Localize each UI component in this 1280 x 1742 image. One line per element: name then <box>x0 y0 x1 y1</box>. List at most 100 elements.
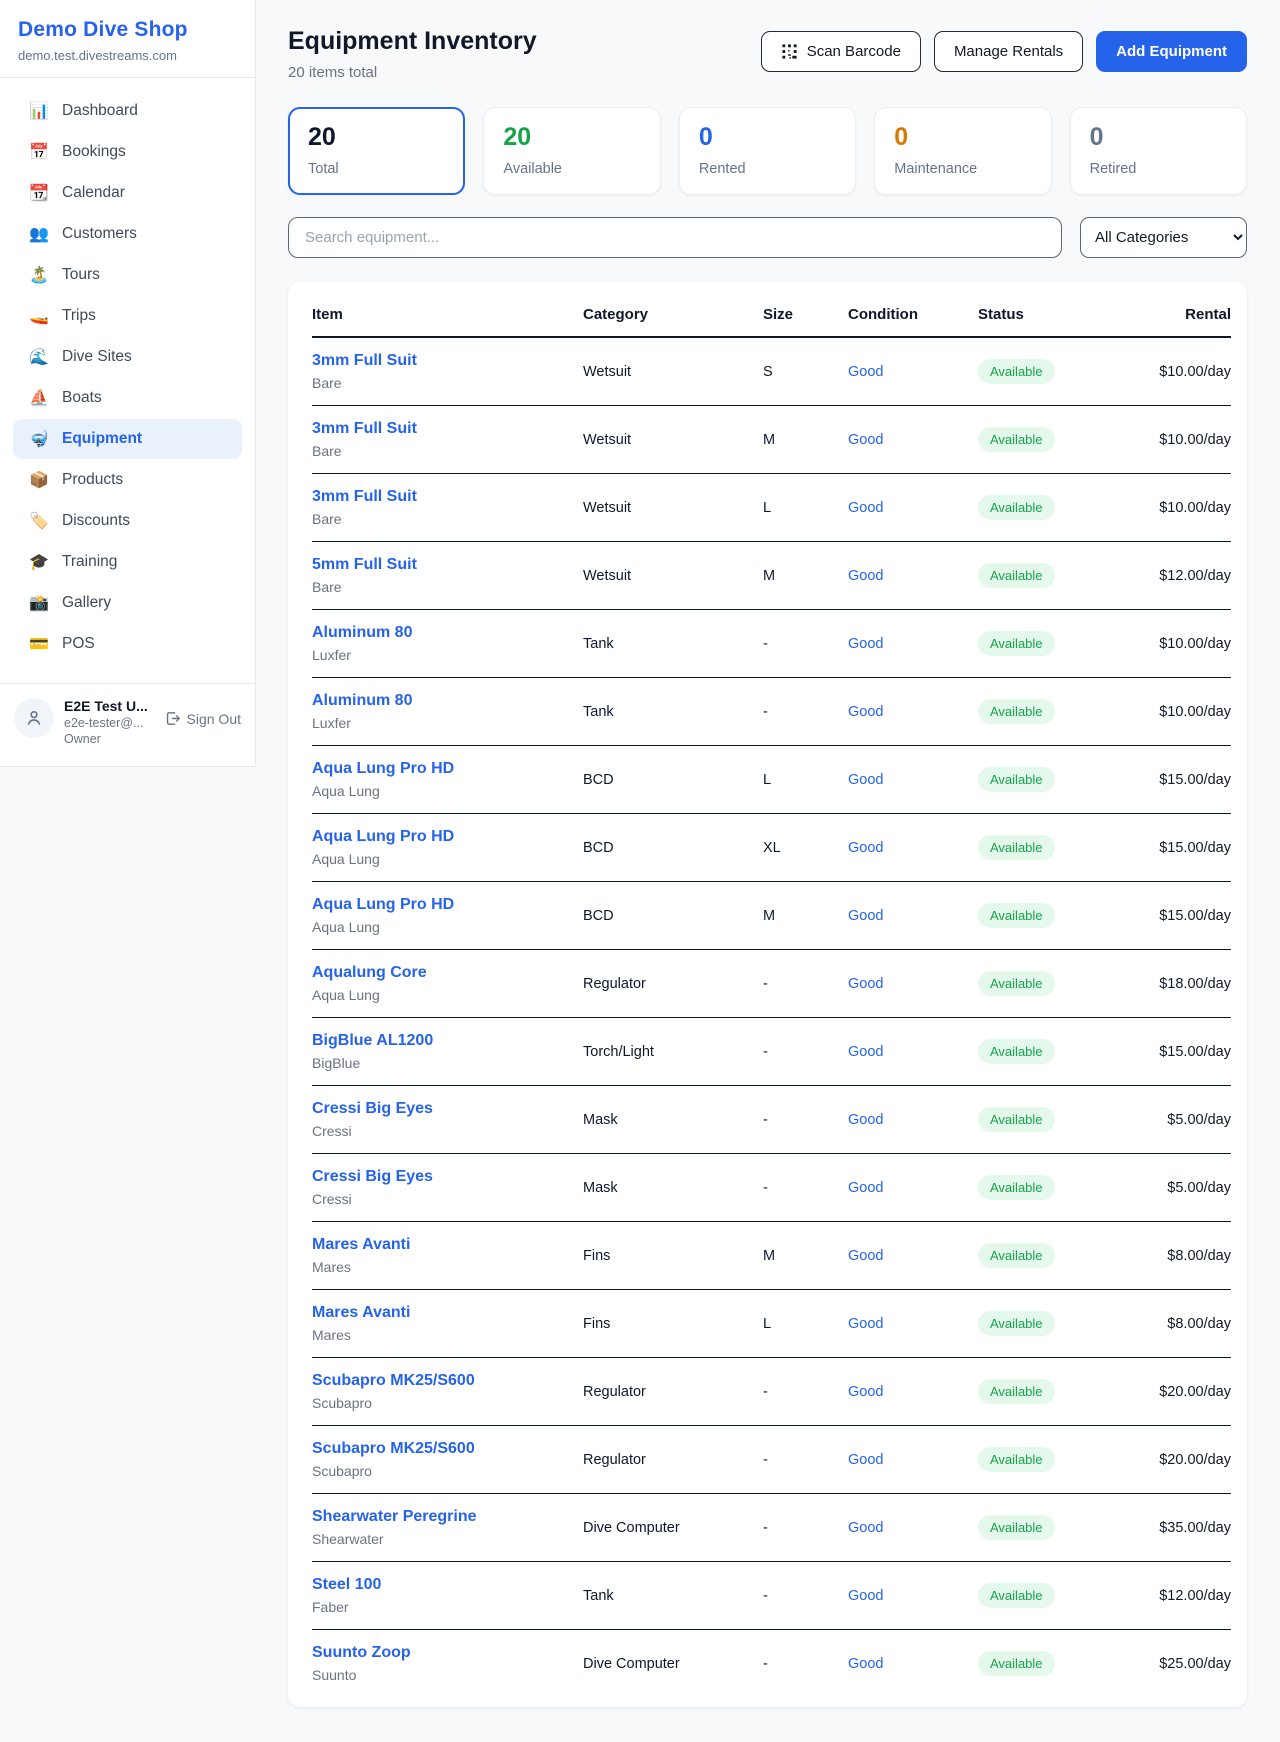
item-rental-rate: $15.00/day <box>1123 882 1231 950</box>
item-condition-link[interactable]: Good <box>848 1384 883 1400</box>
sidebar-item-calendar[interactable]: 📆 Calendar <box>13 173 242 213</box>
item-name-link[interactable]: Cressi Big Eyes <box>312 1168 583 1186</box>
equipment-row: Aluminum 80 Luxfer Tank - Good Available… <box>312 610 1231 678</box>
item-rental-rate: $15.00/day <box>1123 814 1231 882</box>
item-name-link[interactable]: 3mm Full Suit <box>312 352 583 370</box>
item-condition-link[interactable]: Good <box>848 1112 883 1128</box>
search-input[interactable] <box>288 217 1062 258</box>
table-header-row: Item Category Size Condition Status Rent… <box>312 288 1231 337</box>
sidebar-item-bookings[interactable]: 📅 Bookings <box>13 132 242 172</box>
item-condition-link[interactable]: Good <box>848 1180 883 1196</box>
item-condition-link[interactable]: Good <box>848 1316 883 1332</box>
item-condition-link[interactable]: Good <box>848 432 883 448</box>
item-name-link[interactable]: Aluminum 80 <box>312 692 583 710</box>
status-badge: Available <box>978 359 1055 384</box>
item-name-link[interactable]: Mares Avanti <box>312 1236 583 1254</box>
shop-name[interactable]: Demo Dive Shop <box>18 18 237 42</box>
item-name-link[interactable]: 3mm Full Suit <box>312 420 583 438</box>
item-category: Fins <box>583 1222 763 1290</box>
sidebar-item-customers[interactable]: 👥 Customers <box>13 214 242 254</box>
stat-label: Retired <box>1090 161 1227 177</box>
item-condition-link[interactable]: Good <box>848 1520 883 1536</box>
sidebar-item-pos[interactable]: 💳 POS <box>13 624 242 664</box>
sidebar-item-training[interactable]: 🎓 Training <box>13 542 242 582</box>
item-name-link[interactable]: Mares Avanti <box>312 1304 583 1322</box>
stat-card-rented[interactable]: 0 Rented <box>679 107 856 195</box>
item-brand: Cressi <box>312 1123 583 1139</box>
item-condition-link[interactable]: Good <box>848 364 883 380</box>
add-equipment-label: Add Equipment <box>1116 43 1227 60</box>
item-condition-link[interactable]: Good <box>848 1044 883 1060</box>
item-brand: Mares <box>312 1259 583 1275</box>
item-name-link[interactable]: Aqualung Core <box>312 964 583 982</box>
shop-domain: demo.test.divestreams.com <box>18 48 237 63</box>
sidebar-item-boats[interactable]: ⛵ Boats <box>13 378 242 418</box>
item-name-link[interactable]: Aqua Lung Pro HD <box>312 760 583 778</box>
item-name-link[interactable]: Steel 100 <box>312 1576 583 1594</box>
item-name-link[interactable]: 5mm Full Suit <box>312 556 583 574</box>
status-badge: Available <box>978 699 1055 724</box>
item-name-link[interactable]: Shearwater Peregrine <box>312 1508 583 1526</box>
item-condition-link[interactable]: Good <box>848 1588 883 1604</box>
item-name-link[interactable]: Cressi Big Eyes <box>312 1100 583 1118</box>
status-badge: Available <box>978 835 1055 860</box>
nav-item-icon: 📸 <box>29 593 49 613</box>
item-name-link[interactable]: Scubapro MK25/S600 <box>312 1440 583 1458</box>
sign-out-button[interactable]: Sign Out <box>164 710 241 727</box>
item-name-link[interactable]: BigBlue AL1200 <box>312 1032 583 1050</box>
item-name-link[interactable]: Suunto Zoop <box>312 1644 583 1662</box>
item-name-link[interactable]: 3mm Full Suit <box>312 488 583 506</box>
sidebar-item-trips[interactable]: 🚤 Trips <box>13 296 242 336</box>
item-condition-link[interactable]: Good <box>848 500 883 516</box>
item-brand: Bare <box>312 375 583 391</box>
item-name-link[interactable]: Aqua Lung Pro HD <box>312 828 583 846</box>
sidebar-item-dive-sites[interactable]: 🌊 Dive Sites <box>13 337 242 377</box>
item-brand: Aqua Lung <box>312 783 583 799</box>
item-brand: Bare <box>312 511 583 527</box>
sidebar-item-tours[interactable]: 🏝️ Tours <box>13 255 242 295</box>
item-condition-link[interactable]: Good <box>848 1656 883 1672</box>
nav-item-label: Discounts <box>62 512 130 530</box>
item-condition-link[interactable]: Good <box>848 704 883 720</box>
stat-card-retired[interactable]: 0 Retired <box>1070 107 1247 195</box>
status-badge: Available <box>978 767 1055 792</box>
item-condition-link[interactable]: Good <box>848 976 883 992</box>
item-size: - <box>763 678 848 746</box>
item-rental-rate: $20.00/day <box>1123 1358 1231 1426</box>
item-category: Regulator <box>583 1426 763 1494</box>
scan-barcode-label: Scan Barcode <box>807 43 901 60</box>
item-condition-link[interactable]: Good <box>848 772 883 788</box>
equipment-row: 5mm Full Suit Bare Wetsuit M Good Availa… <box>312 542 1231 610</box>
sidebar-item-dashboard[interactable]: 📊 Dashboard <box>13 91 242 131</box>
column-header-category: Category <box>583 288 763 337</box>
status-badge: Available <box>978 903 1055 928</box>
sidebar-item-gallery[interactable]: 📸 Gallery <box>13 583 242 623</box>
status-badge: Available <box>978 1107 1055 1132</box>
category-select[interactable]: All Categories <box>1080 217 1247 258</box>
item-size: L <box>763 1290 848 1358</box>
item-brand: Suunto <box>312 1667 583 1683</box>
item-brand: Luxfer <box>312 715 583 731</box>
item-condition-link[interactable]: Good <box>848 636 883 652</box>
item-condition-link[interactable]: Good <box>848 840 883 856</box>
item-rental-rate: $5.00/day <box>1123 1154 1231 1222</box>
nav-item-label: Gallery <box>62 594 111 612</box>
scan-barcode-button[interactable]: Scan Barcode <box>761 31 921 72</box>
item-condition-link[interactable]: Good <box>848 568 883 584</box>
manage-rentals-button[interactable]: Manage Rentals <box>934 31 1083 72</box>
item-condition-link[interactable]: Good <box>848 908 883 924</box>
stat-card-maintenance[interactable]: 0 Maintenance <box>874 107 1051 195</box>
equipment-row: 3mm Full Suit Bare Wetsuit M Good Availa… <box>312 406 1231 474</box>
stat-card-total[interactable]: 20 Total <box>288 107 465 195</box>
sidebar-item-products[interactable]: 📦 Products <box>13 460 242 500</box>
item-condition-link[interactable]: Good <box>848 1248 883 1264</box>
item-condition-link[interactable]: Good <box>848 1452 883 1468</box>
stat-card-available[interactable]: 20 Available <box>483 107 660 195</box>
sidebar-item-discounts[interactable]: 🏷️ Discounts <box>13 501 242 541</box>
item-name-link[interactable]: Scubapro MK25/S600 <box>312 1372 583 1390</box>
item-name-link[interactable]: Aqua Lung Pro HD <box>312 896 583 914</box>
add-equipment-button[interactable]: Add Equipment <box>1096 31 1247 72</box>
equipment-table: Item Category Size Condition Status Rent… <box>312 288 1231 1697</box>
sidebar-item-equipment[interactable]: 🤿 Equipment <box>13 419 242 459</box>
item-name-link[interactable]: Aluminum 80 <box>312 624 583 642</box>
